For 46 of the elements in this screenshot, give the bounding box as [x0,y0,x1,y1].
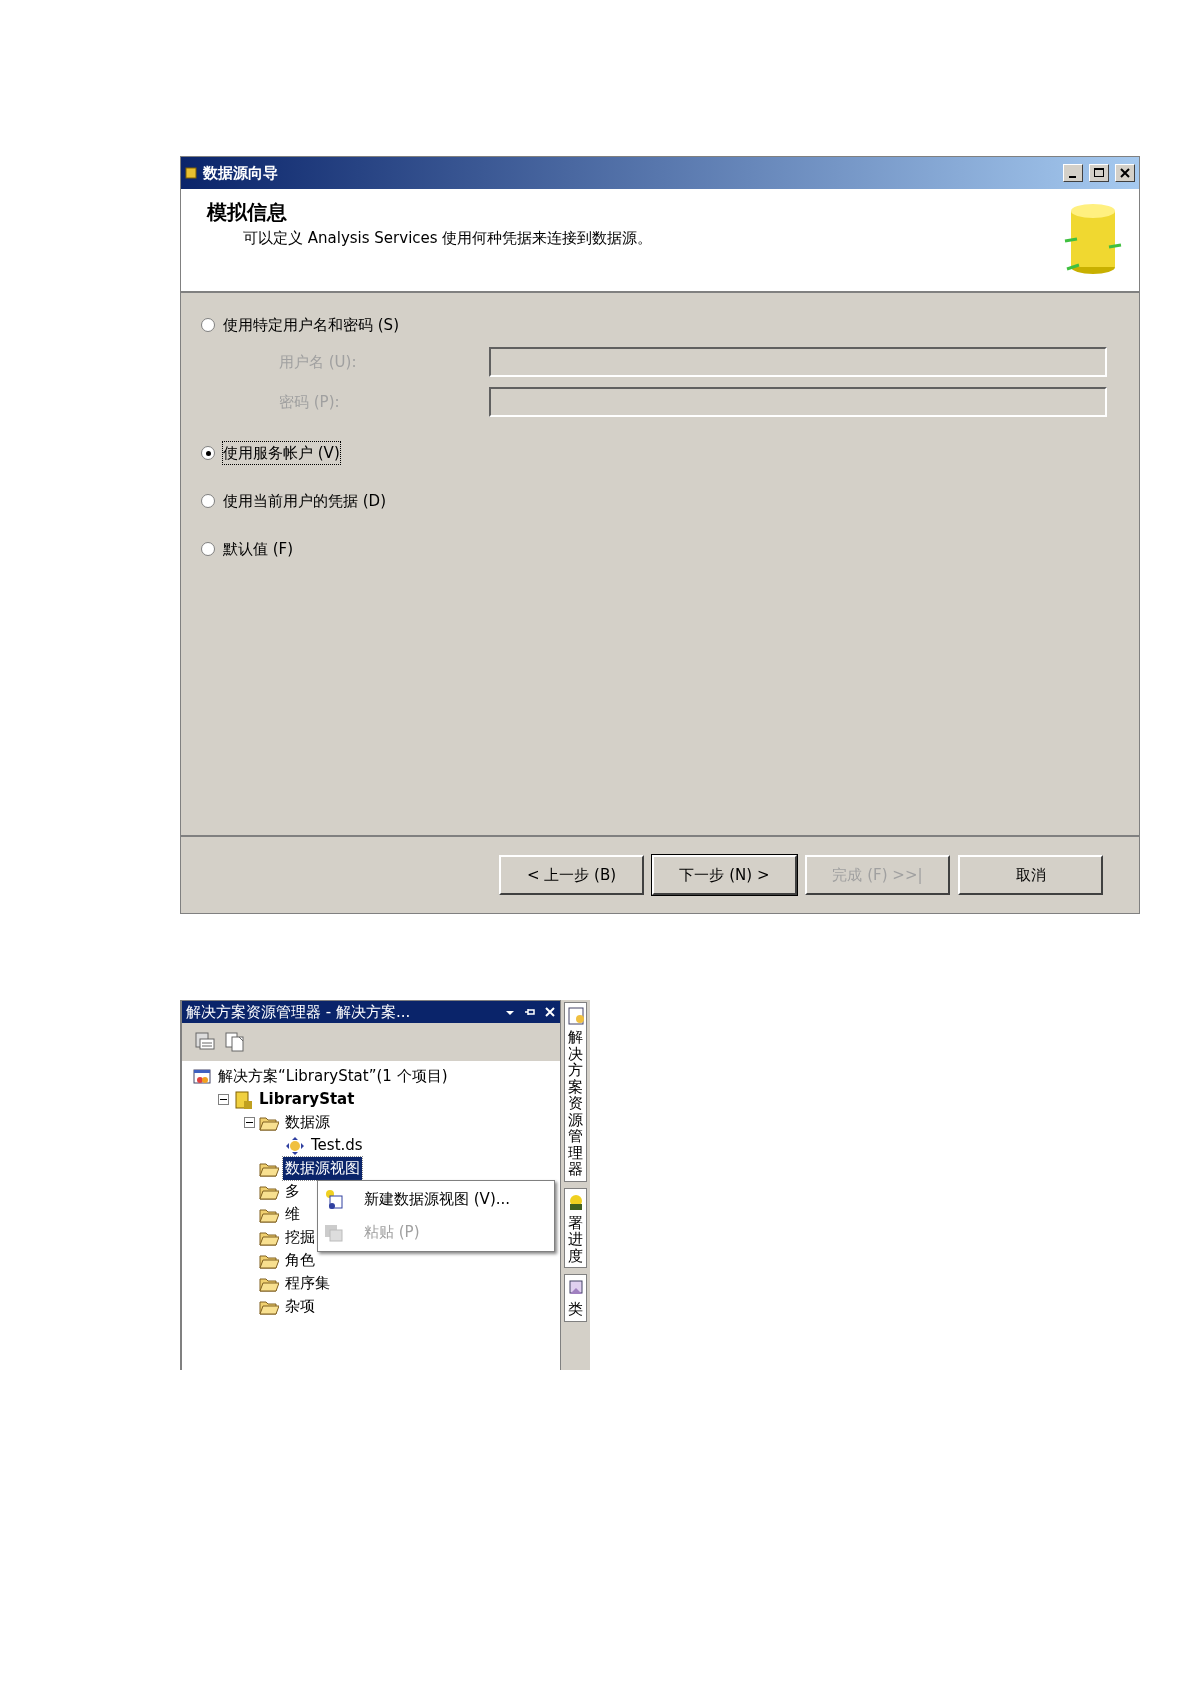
tree-item[interactable]: LibraryStat [257,1088,357,1111]
close-icon[interactable] [1118,166,1132,180]
radio-button[interactable] [201,542,215,556]
tree-item[interactable]: 挖掘 [283,1226,317,1249]
data-source-icon [285,1135,305,1156]
page-title: 模拟信息 [207,199,288,226]
properties-icon[interactable] [194,1031,216,1053]
side-tab-icon [566,1006,585,1026]
copy-page-icon[interactable] [224,1031,246,1053]
option-label[interactable]: 默认值 (F) [223,537,294,561]
wizard-button[interactable]: < 上一步 (B) [499,855,644,895]
wizard-button[interactable]: 下一步 (N) > [652,855,797,895]
project-icon [233,1089,253,1110]
side-tab[interactable]: 类 [564,1274,587,1322]
collapse-toggle[interactable] [244,1117,255,1128]
option-label[interactable]: 使用特定用户名和密码 (S) [223,313,399,337]
window-title: 数据源向导 [203,162,279,184]
solution-icon [192,1066,212,1087]
panel-title: 解决方案资源管理器 - 解决方案... [186,1001,411,1023]
option-label[interactable]: 使用服务帐户 (V) [223,441,340,465]
wizard-button[interactable]: 取消 [958,855,1103,895]
side-tab-label: 类 [568,1301,583,1318]
menu-item[interactable]: 新建数据源视图 (V)... [318,1183,554,1216]
radio-button[interactable] [201,446,215,460]
tree-item[interactable]: 数据源 [283,1111,332,1134]
collapse-toggle[interactable] [218,1094,229,1105]
side-tab-label: 署进度 [568,1214,583,1264]
radio-button[interactable] [201,318,215,332]
maximize-icon[interactable] [1092,166,1106,180]
tree-item[interactable]: 解决方案“LibraryStat”(1 个项目) [216,1065,450,1088]
radio-button[interactable] [201,494,215,508]
tree-item[interactable]: 数据源视图 [283,1157,362,1180]
pin-icon[interactable] [524,1006,536,1018]
tree-item[interactable]: 程序集 [283,1272,332,1295]
tree-item[interactable]: 角色 [283,1249,317,1272]
tree-item[interactable]: 杂项 [283,1295,317,1318]
side-tab-label: 解决方案资源管理器 [568,1029,583,1178]
option-label[interactable]: 使用当前用户的凭据 (D) [223,489,387,513]
app-icon [185,167,197,179]
tree-item[interactable]: 多 [283,1180,302,1203]
page-description: 可以定义 Analysis Services 使用何种凭据来连接到数据源。 [243,228,653,249]
tree-item[interactable]: Test.ds [309,1134,365,1157]
side-tab[interactable]: 署进度 [564,1187,587,1268]
side-tab[interactable]: 解决方案资源管理器 [564,1002,587,1182]
close-icon[interactable] [544,1006,556,1018]
tree-item[interactable]: 维 [283,1203,302,1226]
